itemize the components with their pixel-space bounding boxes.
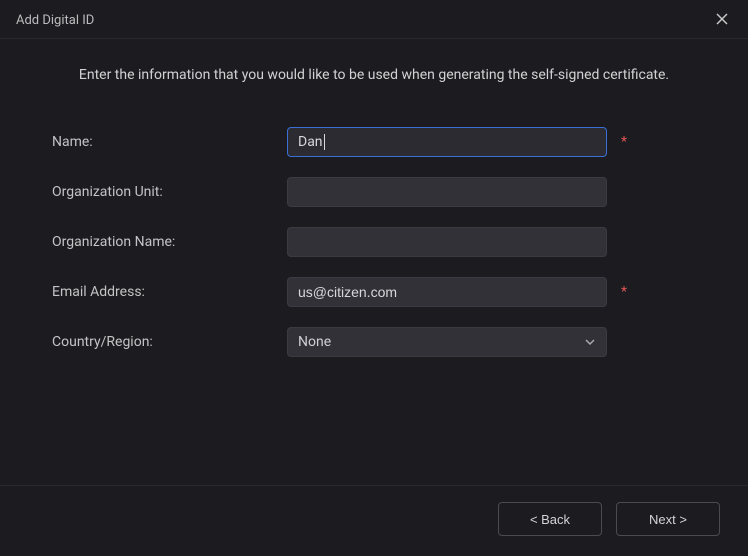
row-org-name: Organization Name: <box>52 227 696 257</box>
next-button[interactable]: Next > <box>616 502 720 536</box>
label-org-name: Organization Name: <box>52 234 287 250</box>
dialog-description: Enter the information that you would lik… <box>36 67 712 83</box>
label-org-unit: Organization Unit: <box>52 184 287 200</box>
field-wrap: Dan <box>287 127 607 157</box>
field-wrap <box>287 177 607 207</box>
org-name-input[interactable] <box>287 227 607 257</box>
dialog-body: Enter the information that you would lik… <box>0 39 748 485</box>
titlebar: Add Digital ID <box>0 0 748 39</box>
required-mark: * <box>621 134 627 150</box>
org-unit-input[interactable] <box>287 177 607 207</box>
close-icon <box>715 11 729 30</box>
form: Name: Dan * Organization Unit: Organizat… <box>36 127 712 377</box>
chevron-down-icon <box>584 336 596 348</box>
required-mark: * <box>621 284 627 300</box>
label-country: Country/Region: <box>52 334 287 350</box>
row-country: Country/Region: None <box>52 327 696 357</box>
field-wrap <box>287 227 607 257</box>
add-digital-id-dialog: Add Digital ID Enter the information tha… <box>0 0 748 556</box>
field-wrap <box>287 277 607 307</box>
field-wrap: None <box>287 327 607 357</box>
label-name: Name: <box>52 134 287 150</box>
select-value: None <box>298 334 331 350</box>
row-org-unit: Organization Unit: <box>52 177 696 207</box>
dialog-footer: < Back Next > <box>0 485 748 556</box>
name-input[interactable] <box>287 127 607 157</box>
country-select[interactable]: None <box>287 327 607 357</box>
dialog-title: Add Digital ID <box>16 13 94 28</box>
back-button[interactable]: < Back <box>498 502 602 536</box>
close-button[interactable] <box>712 10 732 30</box>
email-input[interactable] <box>287 277 607 307</box>
row-name: Name: Dan * <box>52 127 696 157</box>
label-email: Email Address: <box>52 284 287 300</box>
row-email: Email Address: * <box>52 277 696 307</box>
